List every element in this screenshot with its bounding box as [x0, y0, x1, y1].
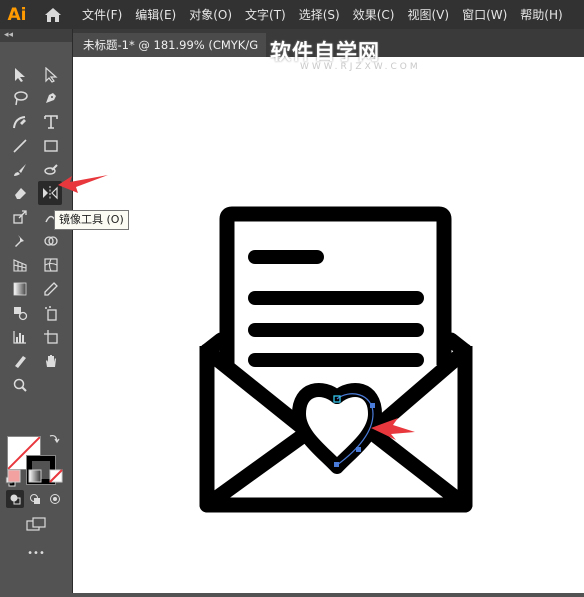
- draw-behind-icon: [30, 494, 40, 504]
- menu-file[interactable]: 文件(F): [82, 6, 122, 23]
- menu-bar: Ai 文件(F) 编辑(E) 对象(O) 文字(T) 选择(S) 效果(C) 视…: [0, 0, 584, 29]
- letter-sheet: [219, 206, 452, 365]
- direct-selection-arrow-icon: [45, 67, 58, 83]
- selection-arrow-icon: [15, 68, 25, 82]
- hand-icon: [46, 355, 56, 367]
- screen-mode-button[interactable]: [24, 514, 48, 534]
- scale-tool[interactable]: [9, 206, 31, 228]
- watermark-url: WWW.RJZXW.COM: [300, 62, 421, 72]
- gradient-mode-icon: [28, 469, 42, 483]
- lasso-icon: [14, 91, 28, 106]
- menu-edit[interactable]: 编辑(E): [135, 6, 176, 23]
- home-button[interactable]: [38, 0, 68, 29]
- color-mode-icon: [7, 469, 21, 483]
- slice-tool[interactable]: [9, 350, 31, 372]
- blend-tool[interactable]: [9, 302, 31, 324]
- menu-view[interactable]: 视图(V): [407, 6, 449, 23]
- paintbrush-icon: [14, 164, 26, 176]
- pen-tool[interactable]: [40, 87, 62, 109]
- toolbar-collapse[interactable]: ◂◂: [0, 29, 72, 42]
- zoom-icon: [13, 378, 27, 392]
- eyedropper-tool[interactable]: [40, 278, 62, 300]
- column-graph-icon: [13, 331, 26, 344]
- direct-selection-tool[interactable]: [40, 64, 62, 86]
- eyedropper-icon: [44, 282, 58, 296]
- hand-tool[interactable]: [40, 350, 62, 372]
- artboard-tool[interactable]: [40, 326, 62, 348]
- swap-arrow-icon: [49, 434, 60, 444]
- color-mode-button[interactable]: [5, 467, 23, 485]
- draw-inside-icon: [50, 494, 60, 504]
- scale-icon: [13, 210, 27, 224]
- pin-icon: [15, 235, 24, 247]
- screen-mode-icon: [26, 517, 46, 531]
- slice-icon: [15, 356, 26, 368]
- rectangle-tool[interactable]: [40, 135, 62, 157]
- lasso-tool[interactable]: [9, 87, 31, 109]
- menu-effect[interactable]: 效果(C): [353, 6, 395, 23]
- perspective-grid-icon: [13, 259, 27, 272]
- menu-type[interactable]: 文字(T): [245, 6, 286, 23]
- draw-behind-button[interactable]: [26, 490, 44, 508]
- envelope-fold-right: [363, 424, 473, 513]
- menu-select[interactable]: 选择(S): [299, 6, 340, 23]
- perspective-grid-tool[interactable]: [9, 254, 31, 276]
- curvature-icon: [13, 116, 26, 129]
- draw-inside-button[interactable]: [46, 490, 64, 508]
- envelope-fold-left: [199, 424, 316, 513]
- type-icon: [44, 115, 58, 129]
- eraser-tool[interactable]: [9, 182, 31, 204]
- menu-window[interactable]: 窗口(W): [462, 6, 507, 23]
- pen-icon: [46, 93, 56, 103]
- gradient-tool[interactable]: [9, 278, 31, 300]
- curvature-tool[interactable]: [9, 111, 31, 133]
- symbol-sprayer-tool[interactable]: [40, 302, 62, 324]
- app-logo: Ai: [7, 4, 27, 25]
- shape-builder-icon: [44, 236, 58, 246]
- column-graph-tool[interactable]: [9, 326, 31, 348]
- paintbrush-tool[interactable]: [9, 159, 31, 181]
- selection-tool[interactable]: [9, 64, 31, 86]
- none-mode-button[interactable]: [47, 467, 65, 485]
- puppet-warp-tool[interactable]: [9, 230, 31, 252]
- mesh-icon: [44, 258, 58, 272]
- home-icon: [45, 7, 61, 22]
- symbol-sprayer-icon: [45, 306, 57, 321]
- eraser-icon: [15, 188, 26, 199]
- blend-icon: [14, 307, 28, 321]
- rectangle-icon: [44, 140, 58, 152]
- line-icon: [13, 139, 27, 153]
- anchor-point: [370, 403, 375, 408]
- mesh-tool[interactable]: [40, 254, 62, 276]
- menu-object[interactable]: 对象(O): [189, 6, 232, 23]
- menu-help[interactable]: 帮助(H): [520, 6, 562, 23]
- artboard-icon: [44, 330, 58, 344]
- swap-fill-stroke-button[interactable]: [47, 431, 61, 445]
- reflect-pointer-arrow: [58, 175, 108, 193]
- envelope-artwork: [199, 206, 473, 513]
- zoom-tool[interactable]: [9, 374, 31, 396]
- document-tab[interactable]: 未标题-1* @ 181.99% (CMYK/G: [73, 33, 267, 57]
- none-mode-icon: [49, 469, 63, 483]
- draw-normal-button[interactable]: [6, 490, 24, 508]
- reflect-tool-tooltip: 镜像工具 (O): [54, 210, 129, 230]
- artboard-canvas[interactable]: [73, 57, 584, 593]
- type-tool[interactable]: [40, 111, 62, 133]
- more-tools-button[interactable]: •••: [24, 546, 48, 560]
- anchor-point: [356, 447, 361, 452]
- line-tool[interactable]: [9, 135, 31, 157]
- anchor-point: [334, 462, 339, 467]
- tools-panel: ◂◂ •••: [0, 29, 73, 593]
- gradient-icon: [13, 282, 27, 296]
- shape-builder-tool[interactable]: [40, 230, 62, 252]
- draw-normal-icon: [10, 494, 21, 505]
- menu-items: 文件(F) 编辑(E) 对象(O) 文字(T) 选择(S) 效果(C) 视图(V…: [82, 6, 576, 23]
- gradient-mode-button[interactable]: [26, 467, 44, 485]
